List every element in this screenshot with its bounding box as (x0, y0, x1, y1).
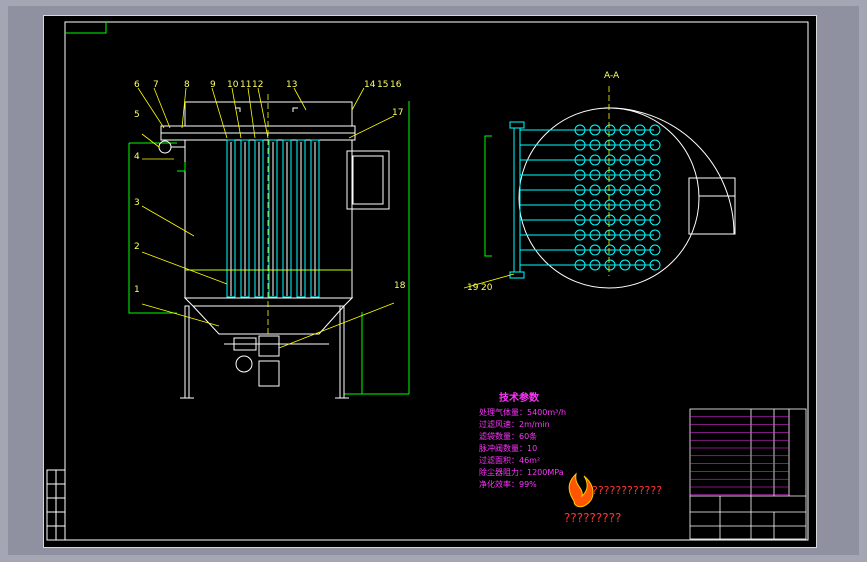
cad-drawing: 6 7 8 9 10 11 12 13 14 15 16 17 5 4 3 2 … (46, 21, 809, 541)
tech-line-4: 脉冲阀数量：10 (479, 443, 537, 453)
label-11: 11 (240, 80, 251, 90)
tech-title: 技术参数 (499, 391, 540, 404)
label-14: 14 (364, 80, 376, 90)
tech-params: 技术参数 处理气体量：5400m³/h 过滤风速：2m/min 滤袋数量：60条… (479, 391, 566, 489)
label-16: 16 (390, 80, 402, 90)
label-5: 5 (134, 110, 140, 120)
label-10: 10 (227, 80, 239, 90)
part-labels: 6 7 8 9 10 11 12 13 14 15 16 17 5 4 3 2 … (134, 71, 620, 295)
tech-line-6: 除尘器阻力：1200MPa (479, 467, 564, 477)
label-1: 1 (134, 285, 140, 295)
section-view (463, 86, 736, 289)
logo: ???????????? ????????? (564, 472, 662, 525)
inner-border (64, 21, 809, 541)
corner-mark (65, 22, 107, 34)
title-block (689, 408, 807, 540)
tech-line-2: 过滤风速：2m/min (479, 419, 550, 429)
label-19: 19 (467, 283, 479, 293)
label-12: 12 (252, 80, 263, 90)
label-17: 17 (392, 108, 403, 118)
tech-line-3: 滤袋数量：60条 (479, 431, 537, 441)
logo-bottom-text: ????????? (564, 511, 621, 525)
section-label: A-A (604, 71, 620, 81)
label-8: 8 (184, 80, 190, 90)
label-3: 3 (134, 198, 140, 208)
drawing-sheet: 6 7 8 9 10 11 12 13 14 15 16 17 5 4 3 2 … (43, 15, 817, 548)
flame-icon (568, 472, 594, 508)
tech-line-1: 处理气体量：5400m³/h (479, 407, 566, 417)
label-2: 2 (134, 242, 140, 252)
logo-top-text: ???????????? (592, 484, 662, 497)
tech-line-7: 净化效率：99% (479, 479, 537, 489)
tech-line-5: 过滤面积：46m² (479, 455, 540, 465)
label-20: 20 (481, 283, 493, 293)
label-15: 15 (377, 80, 388, 90)
label-9: 9 (210, 80, 216, 90)
front-view (128, 87, 410, 399)
label-4: 4 (134, 152, 140, 162)
binding-strip (46, 469, 66, 541)
label-13: 13 (286, 80, 297, 90)
label-6: 6 (134, 80, 140, 90)
label-7: 7 (153, 80, 159, 90)
label-18: 18 (394, 281, 406, 291)
